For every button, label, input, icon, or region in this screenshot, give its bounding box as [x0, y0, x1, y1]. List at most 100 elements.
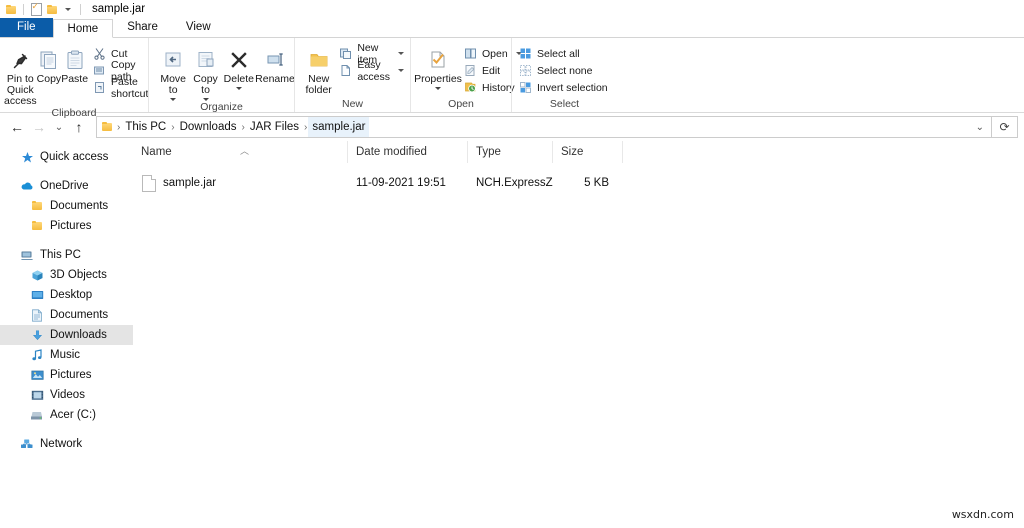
column-header-name[interactable]: ︿ Name — [133, 141, 348, 163]
sidebar-item-desktop[interactable]: Desktop — [0, 285, 133, 305]
network-icon — [20, 437, 34, 451]
cloud-icon — [20, 179, 34, 193]
address-bar: ← → ⌄ ↑ › This PC › Downloads › JAR File… — [0, 113, 1024, 141]
column-header-type[interactable]: Type — [468, 141, 553, 163]
sidebar-item-onedrive[interactable]: OneDrive — [0, 176, 133, 196]
sidebar-label: Desktop — [50, 289, 93, 301]
group-label-open: Open — [448, 98, 474, 110]
folder-icon — [102, 122, 113, 132]
column-headers: ︿ Name Date modified Type Size — [133, 141, 1024, 163]
rename-icon — [264, 45, 286, 71]
sort-ascending-icon: ︿ — [240, 146, 250, 156]
sidebar-item-pictures[interactable]: Pictures — [0, 365, 133, 385]
column-header-name-label: Name — [141, 146, 172, 158]
sidebar-item-onedrive-documents[interactable]: Documents — [0, 196, 133, 216]
pin-to-quick-access-button[interactable]: Pin to Quick access — [4, 42, 37, 107]
sidebar-item-downloads[interactable]: Downloads — [0, 325, 133, 345]
group-label-new: New — [341, 98, 363, 110]
column-header-type-label: Type — [476, 146, 501, 158]
properties-icon[interactable] — [29, 1, 43, 16]
sidebar-label: 3D Objects — [50, 269, 107, 281]
invert-selection-button[interactable]: Invert selection — [518, 79, 614, 96]
table-row[interactable]: sample.jar 11-09-2021 19:51 NCH.ExpressZ… — [133, 172, 1024, 194]
select-none-button[interactable]: Select none — [518, 62, 614, 79]
sidebar-label: Network — [40, 438, 83, 450]
main-area: Quick access OneDrive Documents Pictures — [0, 141, 1024, 524]
breadcrumb-dropdown-chevron-down-icon[interactable]: ⌄ — [969, 122, 991, 133]
easy-access-button[interactable]: Easy access — [338, 59, 410, 83]
up-arrow-icon[interactable]: ↑ — [68, 116, 90, 138]
breadcrumb-item-sample-jar[interactable]: sample.jar — [308, 117, 370, 137]
sidebar-item-acer-c-drive[interactable]: Acer (C:) — [0, 405, 133, 425]
sidebar-item-this-pc[interactable]: This PC — [0, 245, 133, 265]
folder-icon[interactable] — [4, 2, 18, 16]
new-folder-button[interactable]: New folder — [305, 42, 332, 96]
sidebar-item-documents[interactable]: Documents — [0, 305, 133, 325]
group-label-clipboard: Clipboard — [51, 107, 97, 119]
edit-icon — [463, 64, 477, 78]
tab-view[interactable]: View — [172, 18, 225, 37]
delete-button[interactable]: Delete — [222, 42, 256, 90]
chevron-down-icon — [435, 87, 441, 90]
file-name-label: sample.jar — [163, 177, 217, 189]
new-folder-icon — [308, 45, 330, 71]
delete-label: Delete — [223, 73, 255, 85]
sidebar-item-network[interactable]: Network — [0, 434, 133, 454]
new-item-icon — [338, 47, 352, 61]
sidebar-item-onedrive-pictures[interactable]: Pictures — [0, 216, 133, 236]
copy-to-icon — [195, 45, 217, 71]
chevron-down-icon — [398, 52, 404, 55]
pc-icon — [20, 248, 34, 262]
sidebar-label: Pictures — [50, 369, 92, 381]
move-to-icon — [162, 45, 184, 71]
recent-locations-chevron-down-icon[interactable]: ⌄ — [50, 116, 68, 138]
tab-home[interactable]: Home — [52, 19, 114, 38]
breadcrumb-item-this-pc[interactable]: This PC — [121, 117, 170, 137]
delete-icon — [228, 45, 250, 71]
new-folder-icon[interactable] — [45, 2, 59, 16]
ribbon-group-select: Select all Select none Invert selection … — [511, 38, 617, 112]
group-label-select: Select — [549, 98, 580, 110]
sidebar-label: This PC — [40, 249, 81, 261]
copy-label: Copy — [36, 73, 62, 85]
tab-file[interactable]: File — [0, 18, 53, 37]
sidebar-item-videos[interactable]: Videos — [0, 385, 133, 405]
copy-button[interactable]: Copy — [36, 42, 62, 85]
paste-button[interactable]: Paste — [61, 42, 88, 85]
customize-caret-icon[interactable] — [61, 2, 75, 16]
ribbon-group-organize: Move to Copy to Delete Rename Organize — [148, 38, 295, 113]
move-to-button[interactable]: Move to — [157, 42, 189, 101]
desktop-icon — [30, 288, 44, 302]
refresh-icon[interactable]: ⟳ — [992, 116, 1018, 138]
paste-shortcut-button[interactable]: Paste shortcut — [92, 76, 154, 100]
column-header-date-modified[interactable]: Date modified — [348, 141, 468, 163]
properties-button[interactable]: Properties — [414, 42, 462, 90]
easy-access-icon — [338, 64, 352, 78]
select-all-button[interactable]: Select all — [518, 45, 614, 62]
select-none-label: Select none — [537, 64, 593, 77]
tab-share[interactable]: Share — [113, 18, 172, 37]
column-header-size[interactable]: Size — [553, 141, 623, 163]
copy-to-label: Copy to — [193, 73, 218, 96]
file-icon — [142, 174, 156, 192]
drive-icon — [30, 408, 44, 422]
pin-to-quick-access-label: Pin to Quick access — [4, 73, 37, 107]
sidebar-item-music[interactable]: Music — [0, 345, 133, 365]
breadcrumb-item-downloads[interactable]: Downloads — [176, 117, 241, 137]
rename-button[interactable]: Rename — [255, 42, 295, 85]
window-title: sample.jar — [92, 3, 146, 15]
back-arrow-icon[interactable]: ← — [6, 116, 28, 138]
copy-to-button[interactable]: Copy to — [189, 42, 221, 101]
forward-arrow-icon[interactable]: → — [28, 116, 50, 138]
sidebar-item-quick-access[interactable]: Quick access — [0, 147, 133, 167]
breadcrumb-item-jar-files[interactable]: JAR Files — [246, 117, 303, 137]
cube-icon — [30, 268, 44, 282]
sidebar-item-3d-objects[interactable]: 3D Objects — [0, 265, 133, 285]
file-list-pane: ︿ Name Date modified Type Size sample.ja… — [133, 141, 1024, 524]
breadcrumb[interactable]: › This PC › Downloads › JAR Files › samp… — [96, 116, 992, 138]
title-bar: sample.jar — [0, 0, 1024, 18]
column-header-size-label: Size — [561, 146, 584, 158]
group-label-organize: Organize — [200, 101, 243, 113]
